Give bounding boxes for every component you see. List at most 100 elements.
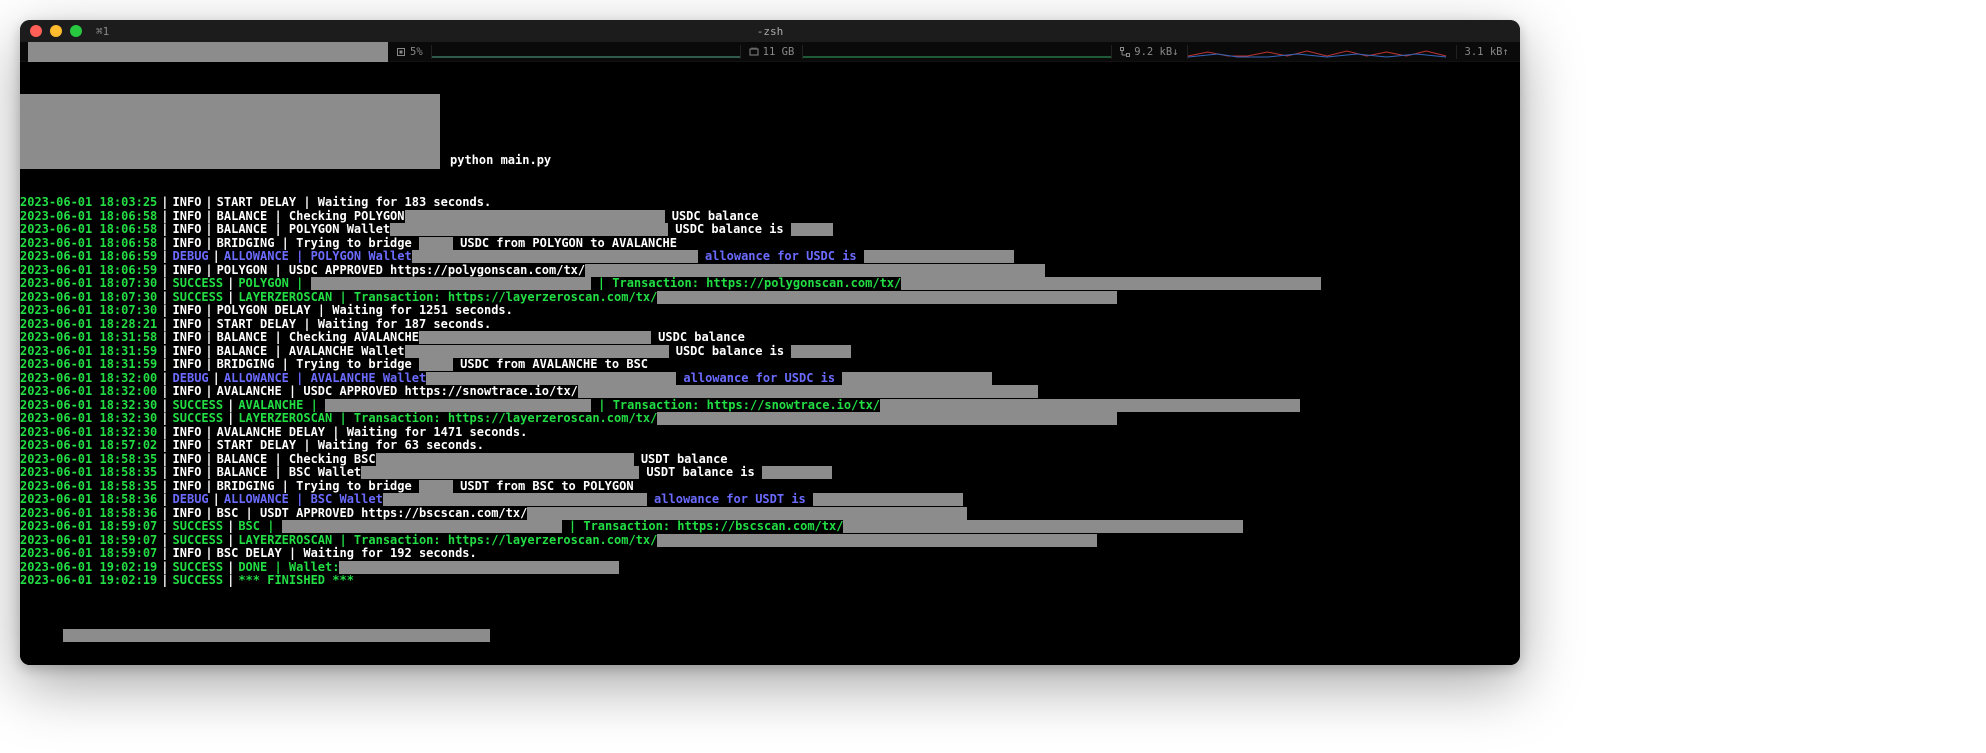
net-up-value: 3.1 kB↑ xyxy=(1465,46,1509,58)
log-text: BSC | xyxy=(238,520,281,534)
mem-stat: 11 GB xyxy=(749,46,795,58)
separator: | xyxy=(157,196,172,210)
separator: | xyxy=(157,250,172,264)
mem-value: 11 GB xyxy=(763,46,795,58)
status-bar: 5% 11 GB 9.2 kB↓ 3.1 kB↑ xyxy=(20,42,1520,62)
log-text: allowance for USDC is xyxy=(698,250,864,264)
log-level: INFO xyxy=(173,223,202,237)
timestamp: 2023-06-01 18:32:00 xyxy=(20,385,157,399)
separator: | xyxy=(157,412,172,426)
terminal-body[interactable]: python main.py 2023-06-01 18:03:25|INFO|… xyxy=(20,62,1520,665)
separator: | xyxy=(157,304,172,318)
redacted-block xyxy=(325,399,591,412)
log-level: INFO xyxy=(173,547,202,561)
redacted-block xyxy=(20,94,440,169)
log-line: 2023-06-01 18:31:59|INFO|BRIDGING | Tryi… xyxy=(20,358,1520,372)
log-line: 2023-06-01 18:32:00|INFO|AVALANCHE | USD… xyxy=(20,385,1520,399)
log-level: SUCCESS xyxy=(173,277,224,291)
redacted-block xyxy=(63,629,483,642)
log-level: SUCCESS xyxy=(173,412,224,426)
log-level: SUCCESS xyxy=(173,520,224,534)
separator: | xyxy=(223,277,238,291)
redacted-block xyxy=(657,291,1117,304)
redacted-block xyxy=(657,412,1117,425)
separator: | xyxy=(223,574,238,588)
separator: | xyxy=(157,277,172,291)
log-line: 2023-06-01 18:31:58|INFO|BALANCE | Check… xyxy=(20,331,1520,345)
log-level: DEBUG xyxy=(173,493,209,507)
log-text: BALANCE | BSC Wallet xyxy=(217,466,362,480)
redacted-block xyxy=(361,466,639,479)
log-line: 2023-06-01 18:57:02|INFO|START DELAY | W… xyxy=(20,439,1520,453)
log-text: START DELAY | Waiting for 63 seconds. xyxy=(217,439,484,453)
redacted-block xyxy=(578,385,1038,398)
redacted-block xyxy=(412,250,698,263)
log-level: SUCCESS xyxy=(173,574,224,588)
log-level: INFO xyxy=(173,439,202,453)
separator: | xyxy=(201,331,216,345)
separator: | xyxy=(157,466,172,480)
separator: | xyxy=(157,223,172,237)
log-text: POLYGON DELAY | Waiting for 1251 seconds… xyxy=(217,304,513,318)
redacted-block xyxy=(842,372,992,385)
separator: | xyxy=(209,493,224,507)
log-text: USDC balance xyxy=(651,331,745,345)
timestamp: 2023-06-01 18:31:58 xyxy=(20,331,157,345)
separator: | xyxy=(209,250,224,264)
separator: | xyxy=(157,385,172,399)
redacted-block xyxy=(901,277,1321,290)
log-line: 2023-06-01 18:58:36|DEBUG|ALLOWANCE | BS… xyxy=(20,493,1520,507)
separator: | xyxy=(201,439,216,453)
redacted-block xyxy=(843,520,1243,533)
separator: | xyxy=(157,493,172,507)
separator: | xyxy=(157,439,172,453)
separator: | xyxy=(223,520,238,534)
timestamp: 2023-06-01 18:31:59 xyxy=(20,358,157,372)
log-level: INFO xyxy=(173,466,202,480)
log-text: | Transaction: https://bscscan.com/tx/ xyxy=(562,520,844,534)
log-text: USDT balance is xyxy=(639,466,762,480)
cpu-icon xyxy=(396,47,406,57)
timestamp: 2023-06-01 18:07:30 xyxy=(20,304,157,318)
log-text: ALLOWANCE | POLYGON Wallet xyxy=(224,250,412,264)
log-line: 2023-06-01 19:02:19|SUCCESS|*** FINISHED… xyxy=(20,574,1520,588)
timestamp: 2023-06-01 18:58:36 xyxy=(20,493,157,507)
minimize-icon[interactable] xyxy=(50,25,62,37)
log-text: BALANCE | POLYGON Wallet xyxy=(217,223,390,237)
redacted-block xyxy=(376,453,634,466)
redacted-block xyxy=(527,507,967,520)
redacted-block xyxy=(762,466,832,479)
log-level: DEBUG xyxy=(173,250,209,264)
log-level: INFO xyxy=(173,196,202,210)
separator: | xyxy=(201,385,216,399)
close-icon[interactable] xyxy=(30,25,42,37)
timestamp: 2023-06-01 18:03:25 xyxy=(20,196,157,210)
tab-label[interactable]: ⌘1 xyxy=(96,25,109,38)
separator: | xyxy=(157,574,172,588)
log-text: allowance for USDC is xyxy=(676,372,842,386)
timestamp: 2023-06-01 18:06:58 xyxy=(20,223,157,237)
network-icon xyxy=(1120,47,1130,57)
timestamp: 2023-06-01 19:02:19 xyxy=(20,574,157,588)
redacted-block xyxy=(419,237,453,250)
log-line: 2023-06-01 18:59:07|SUCCESS|BSC | | Tran… xyxy=(20,520,1520,534)
redacted-block xyxy=(28,42,388,62)
redacted-block xyxy=(419,331,651,344)
maximize-icon[interactable] xyxy=(70,25,82,37)
redacted-block xyxy=(419,480,453,493)
redacted-block xyxy=(419,358,453,371)
cpu-graph xyxy=(431,45,741,59)
log-text: BALANCE | Checking AVALANCHE xyxy=(217,331,419,345)
mem-graph xyxy=(802,45,1112,59)
log-text: POLYGON | xyxy=(238,277,310,291)
log-text: USDC from AVALANCHE to BSC xyxy=(453,358,648,372)
log-line: 2023-06-01 18:06:59|DEBUG|ALLOWANCE | PO… xyxy=(20,250,1520,264)
log-line: 2023-06-01 18:58:35|INFO|BALANCE | BSC W… xyxy=(20,466,1520,480)
log-line: 2023-06-01 18:32:30|SUCCESS|LAYERZEROSCA… xyxy=(20,412,1520,426)
log-text: START DELAY | Waiting for 183 seconds. xyxy=(217,196,492,210)
redacted-block xyxy=(339,561,619,574)
log-level: INFO xyxy=(173,304,202,318)
separator: | xyxy=(157,358,172,372)
cursor-row xyxy=(20,615,1520,629)
log-text: USDC from POLYGON to AVALANCHE xyxy=(453,237,677,251)
